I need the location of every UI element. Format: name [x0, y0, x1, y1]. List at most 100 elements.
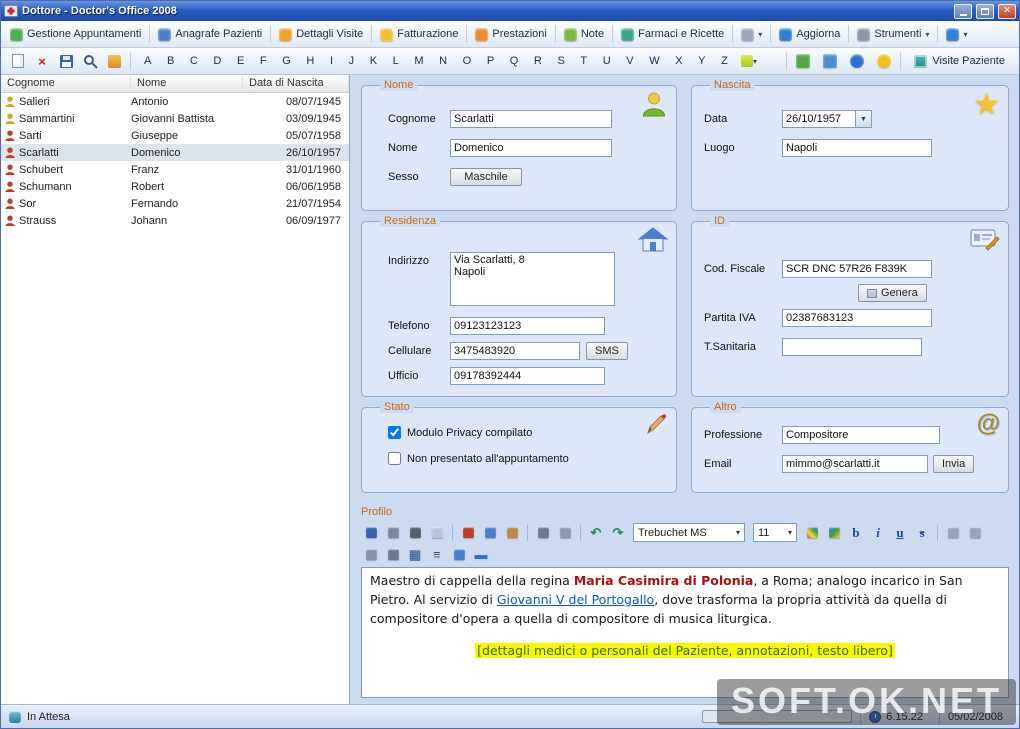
menu-item-aggiorna[interactable]: Aggiorna	[774, 25, 845, 44]
column-header-nome[interactable]: Nome	[131, 75, 243, 92]
table-row[interactable]: Schubert Franz 31/01/1960	[1, 161, 349, 178]
letter-button-Q[interactable]: Q	[508, 53, 521, 69]
font-size-select[interactable]: 11 ▾	[753, 523, 797, 542]
menu-item-farmaci-e-ricette[interactable]: Farmaci e Ricette	[616, 25, 729, 44]
search-button[interactable]	[79, 51, 101, 72]
reports-button[interactable]	[792, 51, 814, 72]
superscript-icon[interactable]	[965, 523, 985, 542]
menu-item-strumenti[interactable]: Strumenti ▾	[852, 25, 934, 44]
letter-button-G[interactable]: G	[280, 53, 293, 69]
contacts-button[interactable]	[103, 51, 125, 72]
letter-button-I[interactable]: I	[328, 53, 335, 69]
delete-record-button[interactable]: ×	[31, 51, 53, 72]
sesso-button[interactable]: Maschile	[450, 168, 522, 186]
letter-button-Y[interactable]: Y	[696, 53, 707, 69]
subscript-icon[interactable]	[943, 523, 963, 542]
cut-icon[interactable]	[458, 523, 478, 542]
italic-icon[interactable]: i	[868, 523, 888, 542]
letter-button-Z[interactable]: Z	[719, 53, 730, 69]
table-row[interactable]: Sammartini Giovanni Battista 03/09/1945	[1, 110, 349, 127]
letter-button-D[interactable]: D	[211, 53, 223, 69]
redo-icon[interactable]: ↷	[608, 523, 628, 542]
letter-button-B[interactable]: B	[165, 53, 176, 69]
menu-item-extra[interactable]: ▾	[736, 25, 767, 44]
letter-button-R[interactable]: R	[532, 53, 544, 69]
tessera-sanitaria-input[interactable]	[782, 338, 922, 356]
menu-item-prestazioni[interactable]: Prestazioni	[470, 25, 551, 44]
table-row[interactable]: Strauss Johann 06/09/1977	[1, 212, 349, 229]
cellulare-input[interactable]	[450, 342, 580, 360]
letter-button-J[interactable]: J	[347, 53, 357, 69]
table-row[interactable]: Sarti Giuseppe 05/07/1958	[1, 127, 349, 144]
nome-input[interactable]	[450, 139, 612, 157]
cod-fiscale-input[interactable]	[782, 260, 932, 278]
font-color-icon[interactable]	[802, 523, 822, 542]
minimize-button[interactable]	[954, 3, 972, 19]
menu-item-anagrafe-pazienti[interactable]: Anagrafe Pazienti	[153, 25, 267, 44]
paste-icon[interactable]	[502, 523, 522, 542]
letter-button-C[interactable]: C	[188, 53, 200, 69]
letter-button-H[interactable]: H	[304, 53, 316, 69]
save-record-button[interactable]	[55, 51, 77, 72]
letter-button-V[interactable]: V	[624, 53, 635, 69]
copy-icon[interactable]	[480, 523, 500, 542]
close-button[interactable]: ×	[998, 3, 1016, 19]
sms-button[interactable]: SMS	[586, 342, 628, 360]
undo-icon[interactable]: ↶	[586, 523, 606, 542]
column-header-cognome[interactable]: Cognome	[1, 75, 131, 92]
visite-paziente-button[interactable]: Visite Paziente	[906, 53, 1013, 70]
menu-item-fatturazione[interactable]: Fatturazione	[375, 25, 463, 44]
bullet-list-icon[interactable]: ≡	[427, 545, 447, 564]
letter-button-L[interactable]: L	[391, 53, 401, 69]
luogo-input[interactable]	[782, 139, 932, 157]
email-input[interactable]	[782, 455, 928, 473]
cognome-input[interactable]	[450, 110, 612, 128]
table-row[interactable]: Sor Fernando 21/07/1954	[1, 195, 349, 212]
letter-button-S[interactable]: S	[555, 53, 566, 69]
indirizzo-textarea[interactable]: Via Scarlatti, 8 Napoli	[450, 252, 615, 306]
strikethrough-icon[interactable]: s	[912, 523, 932, 542]
letter-button-N[interactable]: N	[437, 53, 449, 69]
hyperlink-icon[interactable]	[555, 523, 575, 542]
letter-button-O[interactable]: O	[461, 53, 474, 69]
sync-button[interactable]	[846, 51, 868, 72]
menu-item-gestione-appuntamenti[interactable]: Gestione Appuntamenti	[5, 25, 146, 44]
letter-button-M[interactable]: M	[412, 53, 425, 69]
partita-iva-input[interactable]	[782, 309, 932, 327]
maximize-button[interactable]	[976, 3, 994, 19]
genera-button[interactable]: Genera	[858, 284, 927, 302]
alerts-button[interactable]	[873, 51, 895, 72]
underline-icon[interactable]: u	[890, 523, 910, 542]
letter-button-T[interactable]: T	[578, 53, 589, 69]
menu-item-note[interactable]: Note	[559, 25, 609, 44]
letter-button-W[interactable]: W	[647, 53, 661, 69]
page-break-icon[interactable]	[361, 545, 381, 564]
letter-button-P[interactable]: P	[485, 53, 496, 69]
ufficio-input[interactable]	[450, 367, 605, 385]
insert-grid-icon[interactable]	[449, 545, 469, 564]
find-icon[interactable]	[533, 523, 553, 542]
goto-letter-button[interactable]: ▾	[738, 51, 760, 72]
privacy-checkbox[interactable]	[388, 426, 401, 439]
column-header-nascita[interactable]: Data di Nascita	[243, 75, 349, 92]
table-row[interactable]: Scarlatti Domenico 26/10/1957	[1, 144, 349, 161]
letter-button-U[interactable]: U	[601, 53, 613, 69]
invia-button[interactable]: Invia	[933, 455, 975, 473]
insert-table-icon[interactable]: ▦	[405, 545, 425, 564]
professione-input[interactable]	[782, 426, 940, 444]
new-record-button[interactable]	[7, 51, 29, 72]
preview-icon[interactable]	[383, 523, 403, 542]
font-family-select[interactable]: Trebuchet MS ▾	[633, 523, 745, 542]
horizontal-rule-icon[interactable]: ▬	[471, 545, 491, 564]
columns-icon[interactable]	[383, 545, 403, 564]
data-nascita-input[interactable]	[782, 110, 856, 128]
highlight-color-icon[interactable]	[824, 523, 844, 542]
save-icon[interactable]	[361, 523, 381, 542]
letter-button-X[interactable]: X	[673, 53, 684, 69]
letter-button-E[interactable]: E	[235, 53, 246, 69]
telefono-input[interactable]	[450, 317, 605, 335]
letter-button-A[interactable]: A	[142, 53, 153, 69]
profilo-link[interactable]: Giovanni V del Portogallo	[497, 592, 654, 607]
print-list-button[interactable]	[819, 51, 841, 72]
print-icon[interactable]	[405, 523, 425, 542]
